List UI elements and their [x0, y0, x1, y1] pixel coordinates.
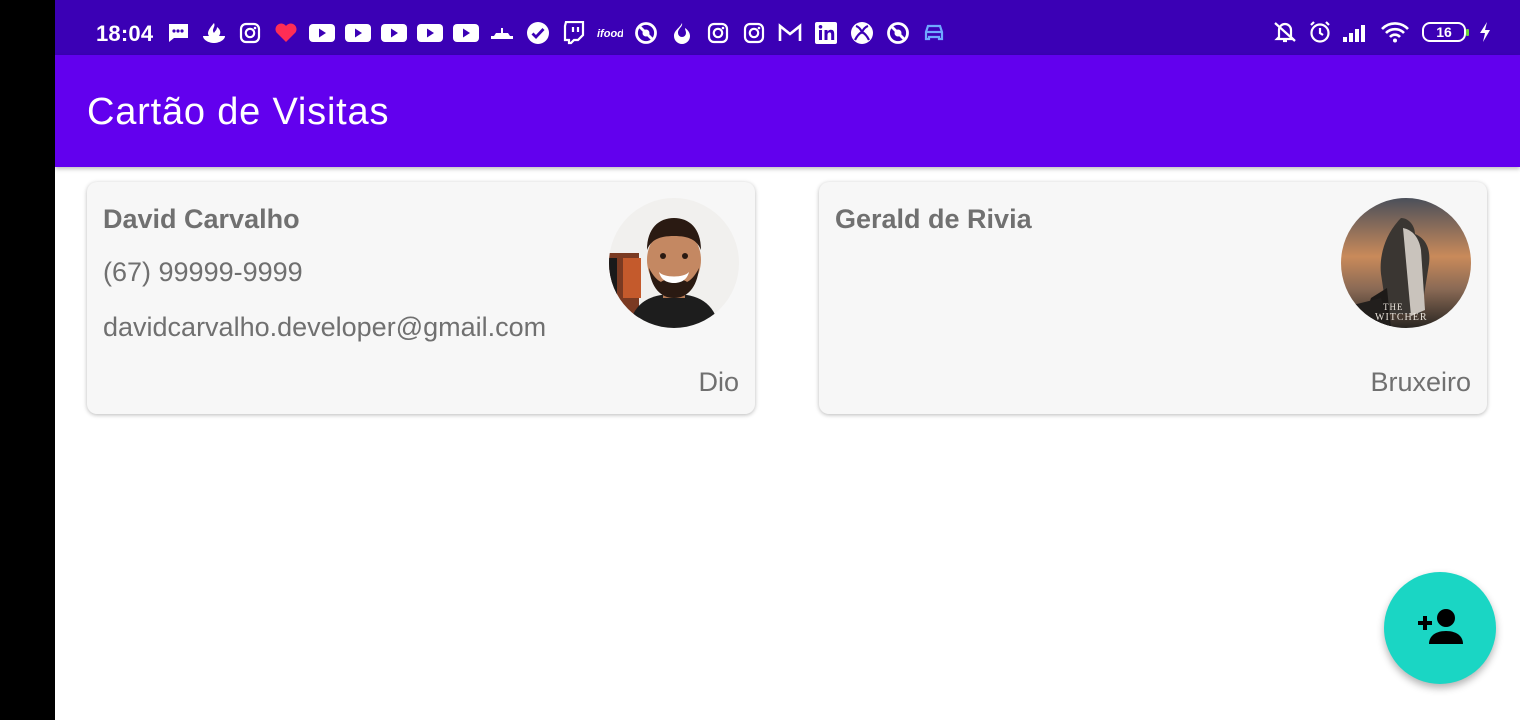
- card-email: davidcarvalho.developer@gmail.com: [103, 312, 547, 342]
- app-title: Cartão de Visitas: [87, 91, 390, 133]
- avatar: THE WITCHER: [1341, 198, 1471, 328]
- alarm-icon: [1308, 20, 1332, 44]
- app-screen: 18:04 ifood 16 Cartão de Visitas David C…: [55, 0, 1520, 720]
- signal-icon: [1342, 21, 1370, 43]
- battery-level: 16: [1436, 24, 1452, 40]
- status-time: 18:04: [96, 21, 154, 46]
- car-icon: [921, 20, 947, 46]
- instagram-icon: [741, 20, 767, 46]
- business-card[interactable]: Gerald de Rivia THE WITCHER Bruxeiro: [819, 182, 1487, 414]
- svg-text:WITCHER: WITCHER: [1375, 312, 1428, 323]
- youtube-icon: [417, 20, 443, 46]
- fire-icon: [669, 20, 695, 46]
- twitch-icon: [561, 20, 587, 46]
- heart-icon: [273, 20, 299, 46]
- wifi-icon: [1380, 21, 1410, 43]
- santander-icon: [201, 20, 227, 46]
- svg-text:ifood: ifood: [597, 28, 623, 40]
- card-name: David Carvalho: [103, 204, 300, 234]
- card-company: Dio: [698, 367, 739, 397]
- youtube-icon: [381, 20, 407, 46]
- block-icon: [633, 20, 659, 46]
- youtube-icon: [453, 20, 479, 46]
- add-contact-button[interactable]: [1384, 572, 1496, 684]
- person-add-icon: [1416, 607, 1464, 650]
- xbox-icon: [849, 20, 875, 46]
- ifood-icon: ifood: [597, 20, 623, 46]
- business-card[interactable]: David Carvalho (67) 99999-9999 davidcarv…: [87, 182, 755, 414]
- instagram-icon: [705, 20, 731, 46]
- gmail-icon: [777, 20, 803, 46]
- block-icon: [885, 20, 911, 46]
- card-name: Gerald de Rivia: [835, 204, 1032, 234]
- avatar: [609, 198, 739, 328]
- youtube-icon: [309, 20, 335, 46]
- submarine-icon: [489, 20, 515, 46]
- youtube-icon: [345, 20, 371, 46]
- svg-text:THE: THE: [1383, 302, 1404, 312]
- card-phone: (67) 99999-9999: [103, 257, 303, 287]
- card-company: Bruxeiro: [1370, 367, 1471, 397]
- system-icons: 16: [1262, 20, 1492, 44]
- instagram-icon: [237, 20, 263, 46]
- status-bar: 18:04 ifood 16: [55, 0, 1520, 55]
- charging-icon: [1478, 21, 1492, 43]
- battery-icon: 16: [1422, 22, 1469, 42]
- linkedin-icon: [813, 20, 839, 46]
- check-badge-icon: [525, 20, 551, 46]
- app-bar: Cartão de Visitas: [55, 55, 1520, 167]
- display-cutout: [0, 0, 55, 720]
- notification-icons: ifood: [165, 20, 957, 46]
- message-icon: [165, 20, 191, 46]
- mute-icon: [1272, 20, 1298, 44]
